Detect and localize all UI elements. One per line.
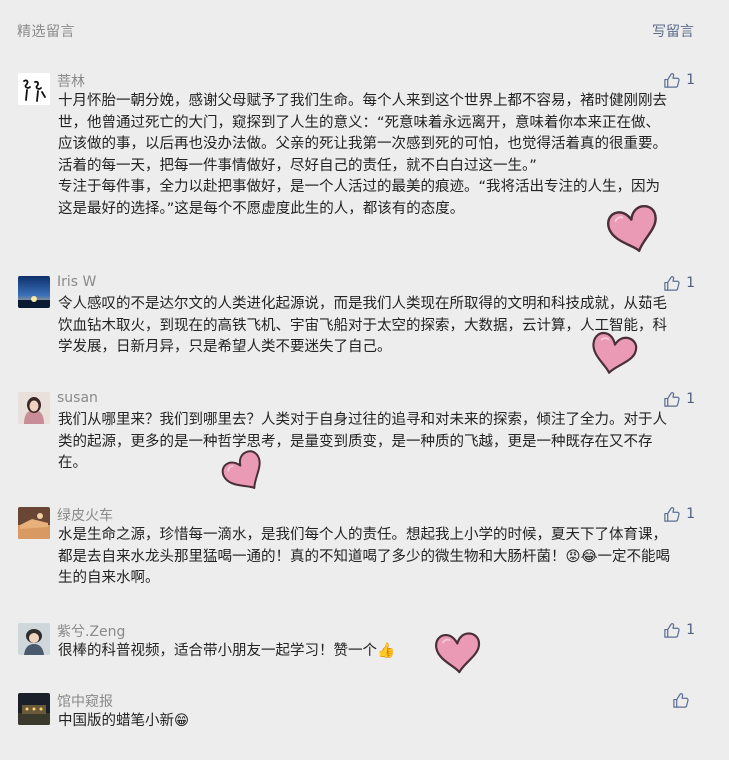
comments-header: 精选留言 写留言	[0, 0, 729, 64]
like-button[interactable]: 1	[663, 503, 695, 525]
like-count: 1	[686, 72, 695, 88]
avatar[interactable]	[18, 507, 50, 539]
write-comment-link[interactable]: 写留言	[652, 21, 694, 41]
avatar[interactable]	[18, 276, 50, 308]
like-button[interactable]: 1	[663, 619, 695, 641]
commenter-name[interactable]: 馆中窥报	[57, 691, 113, 711]
comment-paragraph: 专注于每件事，全力以赴把事做好，是一个人活过的最美的痕迹。“我将活出专注的人生，…	[58, 179, 661, 217]
thumbs-up-icon	[663, 622, 680, 639]
comment-text: 水是生命之源，珍惜每一滴水，是我们每个人的责任。想起我上小学的时候，夏天下了体育…	[58, 525, 673, 590]
like-count: 1	[686, 275, 695, 291]
like-count: 1	[686, 506, 695, 522]
thumbs-up-icon	[672, 692, 689, 709]
like-button[interactable]: 1	[663, 69, 695, 91]
like-button[interactable]	[672, 689, 695, 711]
thumbs-up-icon	[663, 391, 680, 408]
comment-paragraph: 令人感叹的不是达尔文的人类进化起源说，而是我们人类现在所取得的文明和科技成就，从…	[58, 296, 667, 355]
like-count: 1	[686, 622, 695, 638]
thumbs-up-icon	[663, 72, 680, 89]
comment-text: 很棒的科普视频，适合带小朋友一起学习！赞一个👍	[58, 641, 673, 663]
commenter-name[interactable]: 紫兮.Zeng	[57, 621, 125, 641]
comment-paragraph: 很棒的科普视频，适合带小朋友一起学习！赞一个👍	[58, 643, 396, 659]
like-button[interactable]: 1	[663, 388, 695, 410]
comment-paragraph: 我们从哪里来？我们到哪里去？人类对于自身过往的追寻和对未来的探索，倾注了全力。对…	[58, 412, 667, 471]
section-title: 精选留言	[17, 24, 75, 40]
comment-text: 中国版的蜡笔小新😁	[58, 711, 673, 733]
commenter-name[interactable]: 菩林	[57, 71, 85, 91]
comment-paragraph: 水是生命之源，珍惜每一滴水，是我们每个人的责任。想起我上小学的时候，夏天下了体育…	[58, 527, 671, 586]
like-count: 1	[686, 391, 695, 407]
comment-text: 十月怀胎一朝分娩，感谢父母赋予了我们生命。每个人来到这个世界上都不容易，褚时健刚…	[58, 91, 673, 220]
comment-paragraph: 十月怀胎一朝分娩，感谢父母赋予了我们生命。每个人来到这个世界上都不容易，褚时健刚…	[58, 93, 667, 174]
like-button[interactable]: 1	[663, 272, 695, 294]
thumbs-up-icon	[663, 506, 680, 523]
comment-paragraph: 中国版的蜡笔小新😁	[58, 713, 190, 729]
avatar[interactable]	[18, 73, 50, 105]
commenter-name[interactable]: Iris W	[57, 274, 96, 290]
commenter-name[interactable]: 绿皮火车	[57, 505, 113, 525]
comment-text: 令人感叹的不是达尔文的人类进化起源说，而是我们人类现在所取得的文明和科技成就，从…	[58, 294, 673, 359]
avatar[interactable]	[18, 623, 50, 655]
thumbs-up-icon	[663, 275, 680, 292]
commenter-name[interactable]: susan	[57, 390, 98, 406]
avatar[interactable]	[18, 392, 50, 424]
avatar[interactable]	[18, 693, 50, 725]
comment-text: 我们从哪里来？我们到哪里去？人类对于自身过往的追寻和对未来的探索，倾注了全力。对…	[58, 410, 673, 475]
